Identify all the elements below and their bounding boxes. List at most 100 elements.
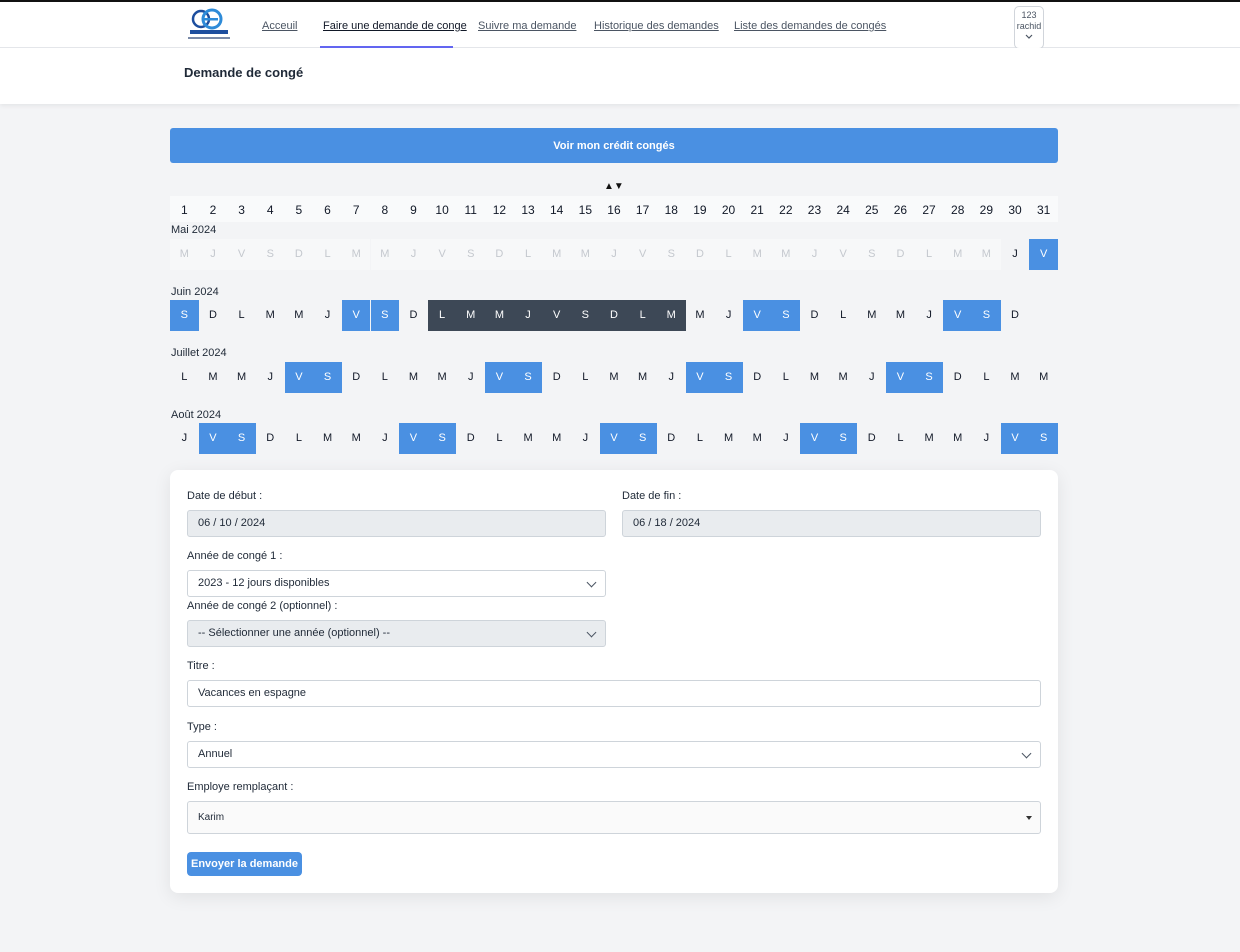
calendar-day-cell[interactable]: M	[656, 300, 686, 331]
calendar-day-cell[interactable]: D	[599, 300, 629, 331]
calendar-day-cell[interactable]: L	[886, 423, 915, 454]
calendar-day-cell[interactable]: J	[256, 362, 285, 393]
calendar-day-cell[interactable]: M	[227, 362, 256, 393]
calendar-day-cell[interactable]: J	[772, 423, 801, 454]
calendar-day-cell[interactable]: L	[628, 300, 657, 331]
calendar-day-cell[interactable]: V	[284, 362, 314, 393]
calendar-day-cell[interactable]: L	[227, 300, 256, 331]
start-date-field[interactable]: 06 / 10 / 2024	[187, 510, 606, 537]
company-logo[interactable]	[184, 6, 234, 42]
calendar-day-cell[interactable]: S	[914, 362, 944, 393]
calendar-day-cell[interactable]: D	[743, 362, 772, 393]
calendar-day-cell[interactable]: M	[285, 300, 314, 331]
calendar-day-cell[interactable]: L	[571, 362, 600, 393]
calendar-day-cell[interactable]: V	[599, 423, 629, 454]
calendar-day-cell[interactable]: M	[256, 300, 285, 331]
nav-link-acceuil[interactable]: Acceuil	[262, 20, 297, 32]
calendar-day-cell[interactable]: D	[456, 423, 485, 454]
calendar-day-cell[interactable]: V	[886, 362, 915, 393]
calendar-day-cell[interactable]: M	[1001, 362, 1030, 393]
calendar-day-cell[interactable]: D	[1001, 300, 1030, 331]
calendar-day-cell[interactable]: M	[628, 362, 657, 393]
calendar-day-cell[interactable]: S	[427, 423, 457, 454]
calendar-day-cell[interactable]: M	[199, 362, 228, 393]
calendar-day-cell[interactable]: D	[199, 300, 228, 331]
calendar-day-cell[interactable]: L	[427, 300, 457, 331]
calendar-day-cell[interactable]: J	[857, 362, 886, 393]
calendar-day-cell[interactable]: J	[313, 300, 342, 331]
calendar-day-cell[interactable]: S	[513, 362, 543, 393]
calendar-day-cell[interactable]: V	[542, 300, 571, 331]
calendar-day-cell[interactable]: J	[657, 362, 686, 393]
calendar-day-cell[interactable]: D	[800, 300, 829, 331]
calendar-day-cell[interactable]: L	[686, 423, 715, 454]
calendar-day-cell[interactable]: S	[1029, 423, 1058, 454]
calendar-day-cell[interactable]: J	[571, 423, 600, 454]
calendar-day-cell[interactable]: M	[857, 300, 886, 331]
calendar-day-cell[interactable]: S	[714, 362, 743, 393]
calendar-day-cell[interactable]: M	[514, 423, 543, 454]
calendar-day-cell[interactable]: M	[600, 362, 629, 393]
calendar-day-cell[interactable]: J	[456, 362, 485, 393]
calendar-day-cell[interactable]: M	[915, 423, 944, 454]
calendar-day-cell[interactable]: D	[857, 423, 886, 454]
leave-year2-select[interactable]: -- Sélectionner une année (optionnel) --	[187, 620, 606, 647]
calendar-day-cell[interactable]: V	[685, 362, 715, 393]
calendar-day-cell[interactable]: J	[513, 300, 543, 331]
calendar-day-cell[interactable]: D	[399, 300, 428, 331]
calendar-day-cell[interactable]: M	[886, 300, 915, 331]
calendar-day-cell[interactable]: S	[170, 300, 199, 331]
calendar-day-cell[interactable]: L	[371, 362, 400, 393]
calendar-day-cell[interactable]: D	[542, 362, 571, 393]
calendar-day-cell[interactable]: M	[313, 423, 342, 454]
calendar-day-cell[interactable]: S	[972, 300, 1001, 331]
calendar-day-cell[interactable]: V	[800, 423, 829, 454]
calendar-day-cell[interactable]: S	[313, 362, 342, 393]
calendar-day-cell[interactable]: V	[1000, 423, 1030, 454]
calendar-day-cell[interactable]: S	[571, 300, 600, 331]
calendar-day-cell[interactable]: D	[657, 423, 686, 454]
calendar-day-cell[interactable]: M	[342, 423, 371, 454]
calendar-day-cell[interactable]: J	[371, 423, 400, 454]
calendar-day-cell[interactable]: J	[972, 423, 1001, 454]
calendar-day-cell[interactable]: V	[399, 423, 428, 454]
calendar-day-cell[interactable]: L	[170, 362, 199, 393]
user-menu[interactable]: 123 rachid	[1014, 6, 1044, 49]
calendar-day-cell[interactable]: M	[428, 362, 457, 393]
calendar-day-cell[interactable]: S	[771, 300, 801, 331]
type-select[interactable]: Annuel	[187, 741, 1041, 768]
calendar-day-cell[interactable]: M	[1029, 362, 1058, 393]
calendar-day-cell[interactable]: L	[972, 362, 1001, 393]
calendar-day-cell[interactable]: D	[256, 423, 285, 454]
calendar-day-cell[interactable]: V	[742, 300, 772, 331]
calendar-day-cell[interactable]: S	[628, 423, 657, 454]
view-credit-button[interactable]: Voir mon crédit congés	[170, 128, 1058, 163]
sort-arrows-icon[interactable]: ▲▼	[604, 181, 624, 192]
calendar-day-cell[interactable]: J	[1001, 239, 1030, 270]
nav-link-faire-demande[interactable]: Faire une demande de conge	[323, 20, 467, 32]
calendar-day-cell[interactable]: S	[828, 423, 858, 454]
replacement-select[interactable]: Karim	[187, 801, 1041, 834]
calendar-day-cell[interactable]: V	[341, 300, 371, 331]
calendar-day-cell[interactable]: L	[772, 362, 801, 393]
calendar-day-cell[interactable]: V	[485, 362, 514, 393]
calendar-day-cell[interactable]: J	[915, 300, 944, 331]
calendar-day-cell[interactable]: M	[456, 300, 486, 331]
calendar-day-cell[interactable]: J	[170, 423, 199, 454]
submit-request-button[interactable]: Envoyer la demande	[187, 852, 302, 876]
calendar-day-cell[interactable]: M	[743, 423, 772, 454]
calendar-day-cell[interactable]: M	[829, 362, 858, 393]
calendar-day-cell[interactable]: M	[686, 300, 715, 331]
calendar-day-cell[interactable]: J	[714, 300, 743, 331]
calendar-day-cell[interactable]: M	[943, 423, 972, 454]
calendar-day-cell[interactable]: L	[829, 300, 858, 331]
nav-link-suivre-demande[interactable]: Suivre ma demande	[478, 20, 576, 32]
nav-link-historique[interactable]: Historique des demandes	[594, 20, 719, 32]
calendar-day-cell[interactable]: D	[342, 362, 371, 393]
calendar-day-cell[interactable]: V	[198, 423, 228, 454]
calendar-day-cell[interactable]: M	[714, 423, 743, 454]
calendar-day-cell[interactable]: M	[399, 362, 428, 393]
calendar-day-cell[interactable]: M	[485, 300, 514, 331]
calendar-day-cell[interactable]: S	[370, 300, 400, 331]
calendar-day-cell[interactable]: S	[227, 423, 256, 454]
